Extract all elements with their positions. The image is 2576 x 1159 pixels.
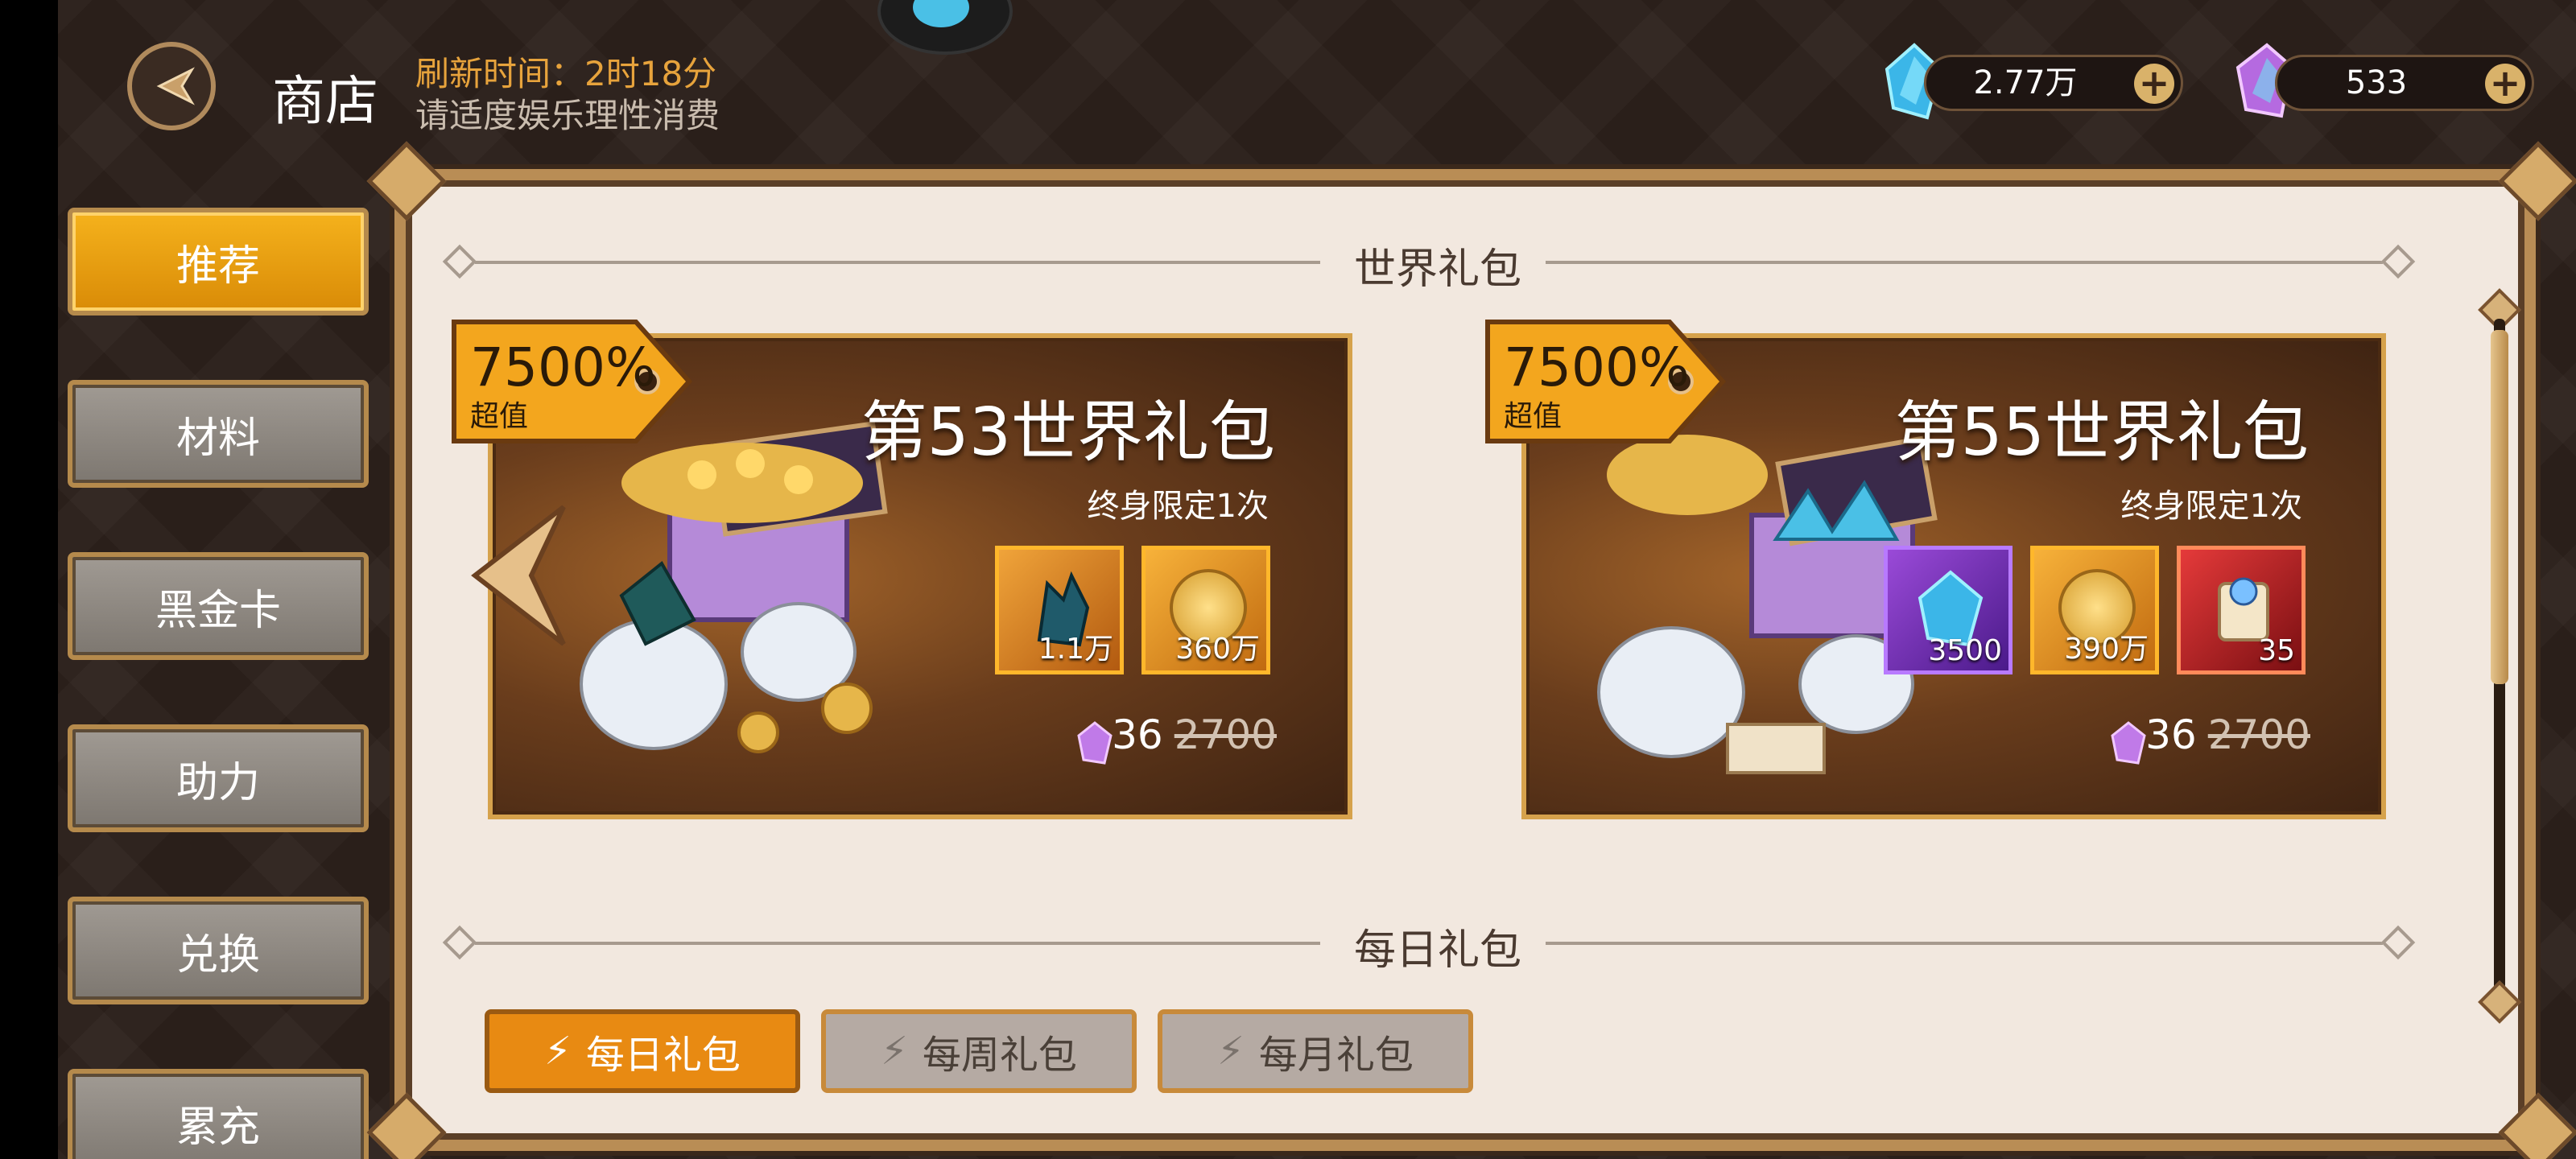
sidebar-item-label: 兑换 — [175, 930, 260, 980]
item-count: 360万 — [1175, 633, 1260, 666]
original-price: 2700 — [2207, 711, 2310, 758]
badge-percent: 7500% — [470, 336, 656, 398]
add-blue-currency-button[interactable]: + — [2134, 64, 2174, 104]
divider-line — [1546, 942, 2383, 945]
sidebar-item-label: 累充 — [175, 1103, 260, 1152]
spending-notice: 请适度娱乐理性消费 — [415, 96, 720, 135]
badge-percent: 7500% — [1504, 336, 1690, 398]
carousel-left-arrow-icon[interactable] — [467, 499, 572, 652]
page-title: 商店 — [272, 70, 378, 132]
pack-item[interactable]: 360万 — [1141, 546, 1270, 674]
current-price: 36 — [2145, 711, 2197, 758]
tab-monthly[interactable]: ⚡ 每月礼包 — [1158, 1009, 1473, 1093]
add-purple-currency-button[interactable]: + — [2485, 64, 2525, 104]
sidebar-item-boost[interactable]: 助力 — [68, 724, 369, 832]
pack-item[interactable]: 390万 — [2030, 546, 2159, 674]
tab-label: 每月礼包 — [1258, 1033, 1414, 1078]
item-count: 35 — [2258, 634, 2295, 667]
divider-line — [1546, 261, 2383, 264]
tab-weekly[interactable]: ⚡ 每周礼包 — [821, 1009, 1137, 1093]
badge-subtitle: 超值 — [1504, 400, 1563, 433]
sidebar-item-label: 黑金卡 — [155, 586, 281, 635]
original-price: 2700 — [1174, 711, 1277, 758]
value-badge: 7500% 超值 — [1484, 319, 1726, 444]
lightning-icon: ⚡ — [881, 1029, 908, 1074]
purple-crystal-icon — [1077, 721, 1113, 765]
purple-currency-bar: 533 + — [2275, 55, 2534, 111]
pack-name: 第53世界礼包 — [861, 394, 1275, 471]
value-badge: 7500% 超值 — [451, 319, 692, 444]
pack-limit: 终身限定1次 — [2120, 488, 2302, 525]
sidebar-item-black-gold-card[interactable]: 黑金卡 — [68, 552, 369, 660]
pack-item[interactable]: 35 — [2177, 546, 2306, 674]
current-price: 36 — [1112, 711, 1163, 758]
item-count: 3500 — [1928, 634, 2002, 667]
mascot-avatar[interactable] — [877, 0, 1013, 55]
divider-line — [475, 261, 1320, 264]
section-title-world-gift: 世界礼包 — [1353, 245, 1521, 294]
tab-label: 每日礼包 — [585, 1033, 741, 1078]
shop-screen: 商店 刷新时间：2时18分 请适度娱乐理性消费 2.77万 + 533 + 推荐… — [0, 0, 2576, 1159]
back-button[interactable] — [127, 42, 216, 130]
badge-subtitle: 超值 — [470, 400, 529, 433]
tab-daily[interactable]: ⚡ 每日礼包 — [485, 1009, 800, 1093]
pack-price: 36 2700 — [1112, 711, 1277, 758]
screen-edge — [0, 0, 58, 1159]
sidebar-item-label: 材料 — [175, 414, 260, 463]
sidebar-item-cumulative-recharge[interactable]: 累充 — [68, 1069, 369, 1159]
pack-limit: 终身限定1次 — [1087, 488, 1269, 525]
purple-crystal-icon — [2111, 721, 2146, 765]
blue-currency-value: 2.77万 — [1973, 64, 2078, 101]
pack-price: 36 2700 — [2145, 711, 2310, 758]
sidebar-item-materials[interactable]: 材料 — [68, 380, 369, 488]
back-arrow-icon — [156, 67, 195, 105]
scrollbar-thumb[interactable] — [2491, 330, 2508, 684]
sidebar-item-recommend[interactable]: 推荐 — [68, 208, 369, 316]
pack-item[interactable]: 3500 — [1884, 546, 2013, 674]
sidebar-item-label: 推荐 — [175, 241, 260, 291]
blue-currency-bar: 2.77万 + — [1924, 55, 2183, 111]
sidebar-item-exchange[interactable]: 兑换 — [68, 897, 369, 1004]
purple-currency-value: 533 — [2345, 64, 2408, 101]
lightning-icon: ⚡ — [544, 1029, 572, 1074]
item-count: 1.1万 — [1038, 633, 1113, 666]
section-title-daily-gift: 每日礼包 — [1353, 926, 1521, 975]
lightning-icon: ⚡ — [1217, 1029, 1245, 1074]
tab-label: 每周礼包 — [922, 1033, 1077, 1078]
pack-name: 第55世界礼包 — [1894, 394, 2309, 471]
item-count: 390万 — [2064, 633, 2149, 666]
divider-line — [475, 942, 1320, 945]
sidebar-item-label: 助力 — [175, 758, 260, 807]
pack-item[interactable]: 1.1万 — [995, 546, 1124, 674]
